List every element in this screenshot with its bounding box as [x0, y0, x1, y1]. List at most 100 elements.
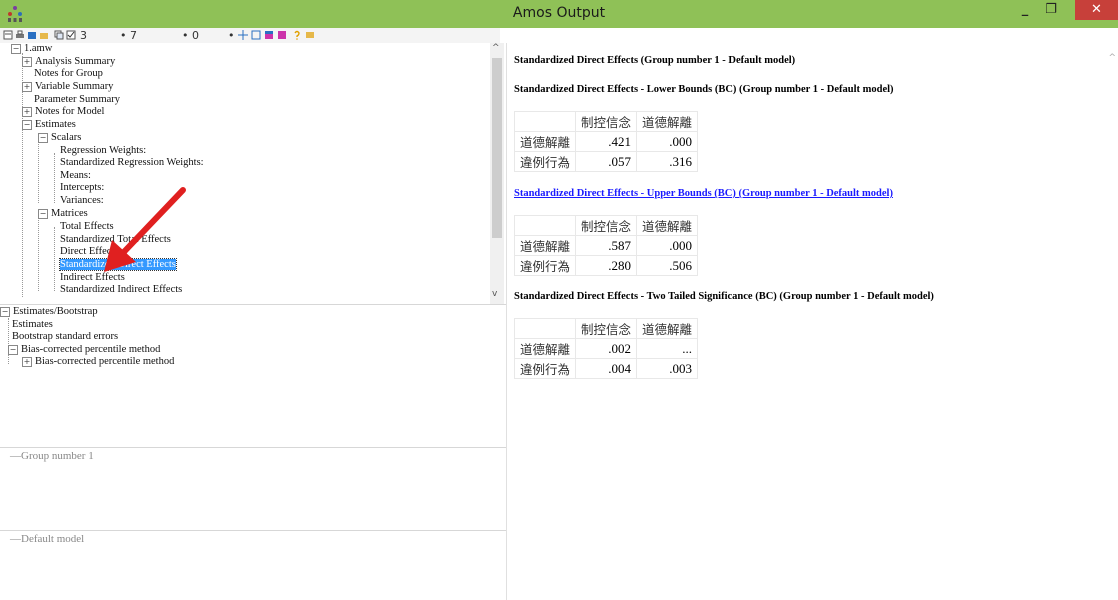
fieldwidth-value[interactable]: 7	[130, 29, 137, 42]
tree-item-bias-corrected-child[interactable]: + Bias-corrected percentile method	[22, 356, 174, 369]
tree-item-means[interactable]: Means:	[60, 170, 91, 183]
lower-bounds-table: 制控信念 道德解離 道德解離 .421 .000 違例行為 .057 .316	[513, 111, 699, 172]
close-button[interactable]: ✕	[1075, 0, 1118, 20]
pane-divider[interactable]	[0, 304, 506, 305]
table-row: 違例行為 .004 .003	[513, 358, 699, 379]
column-header: 制控信念	[575, 111, 638, 132]
tree-item-estimates[interactable]: − Estimates	[22, 119, 76, 132]
book-icon[interactable]	[27, 30, 37, 40]
table-row: 道德解離 .587 .000	[513, 235, 699, 256]
tree-item-total-effects[interactable]: Total Effects	[60, 221, 114, 234]
tablewidth-value[interactable]: 0	[192, 29, 199, 42]
tree-item-std-regression-weights[interactable]: Standardized Regression Weights:	[60, 157, 204, 170]
tree-item-notes-for-model[interactable]: + Notes for Model	[22, 106, 104, 119]
tree-item-scalars[interactable]: − Scalars	[38, 132, 81, 145]
cell: .004	[575, 358, 638, 379]
row-label: 道德解離	[513, 338, 577, 359]
cell: .003	[636, 358, 699, 379]
row-label: 違例行為	[513, 255, 577, 276]
spin-arrow-icon[interactable]: •	[228, 29, 235, 42]
tree-item-notes-for-group[interactable]: Notes for Group	[34, 68, 103, 81]
tree-item-bias-corrected[interactable]: − Bias-corrected percentile method	[8, 344, 160, 357]
collapse-icon[interactable]: −	[8, 344, 18, 355]
tree-item-parameter-summary[interactable]: Parameter Summary	[34, 94, 120, 107]
expand-icon[interactable]: +	[22, 356, 32, 367]
table-grid-icon[interactable]	[238, 30, 248, 40]
cell: ...	[636, 338, 699, 359]
row-label: 違例行為	[513, 151, 577, 172]
cell: .421	[575, 131, 638, 152]
tree-item-direct-effects[interactable]: Direct Effects	[60, 246, 118, 259]
help-icon[interactable]	[292, 30, 302, 40]
scroll-down-icon[interactable]: v	[492, 289, 497, 299]
group-panel-label[interactable]: —Group number 1	[10, 450, 94, 463]
significance-table: 制控信念 道德解離 道德解離 .002 ... 違例行為 .004 .003	[513, 318, 699, 379]
tree-item-std-total-effects[interactable]: Standardized Total Effects	[60, 234, 171, 247]
window-title: Amos Output	[512, 5, 606, 21]
upper-bounds-table: 制控信念 道德解離 道德解離 .587 .000 違例行為 .280 .506	[513, 215, 699, 276]
expand-icon[interactable]: +	[22, 81, 32, 92]
collapse-icon[interactable]: −	[22, 119, 32, 130]
scroll-up-icon[interactable]: ^	[492, 43, 500, 53]
color-fill-icon[interactable]	[264, 30, 274, 40]
title-bar: Amos Output _ ❐ ✕	[0, 0, 1118, 28]
pane-divider[interactable]	[0, 530, 506, 531]
collapse-icon[interactable]: −	[11, 43, 21, 54]
tree-item-bootstrap-se[interactable]: Bootstrap standard errors	[12, 331, 118, 344]
section-heading-upper-link[interactable]: Standardized Direct Effects - Upper Boun…	[514, 188, 893, 199]
tree-item-variable-summary[interactable]: + Variable Summary	[22, 81, 113, 94]
tree-item-std-indirect-effects[interactable]: Standardized Indirect Effects	[60, 284, 182, 297]
column-header: 制控信念	[575, 318, 638, 339]
collapse-icon[interactable]: −	[38, 132, 48, 143]
preview-icon[interactable]	[3, 30, 13, 40]
tree-item-estimates-bootstrap[interactable]: − Estimates/Bootstrap	[0, 306, 98, 319]
decimals-value[interactable]: 3	[80, 29, 87, 42]
scroll-thumb[interactable]	[492, 58, 502, 238]
cell: .280	[575, 255, 638, 276]
main-heading: Standardized Direct Effects (Group numbe…	[514, 55, 796, 66]
column-header: 制控信念	[575, 215, 638, 236]
expand-icon[interactable]: +	[22, 106, 32, 117]
color-fill-alt-icon[interactable]	[277, 30, 287, 40]
output-navigation-pane: −1.amw + Analysis Summary Notes for Group…	[0, 43, 506, 600]
spin-arrow-icon[interactable]: •	[182, 29, 189, 42]
maximize-button[interactable]: ❐	[1038, 0, 1064, 20]
tree-item-bs-estimates[interactable]: Estimates	[12, 319, 53, 332]
table-row: 違例行為 .057 .316	[513, 151, 699, 172]
tree-item-matrices[interactable]: − Matrices	[38, 208, 88, 221]
tree-item-indirect-effects[interactable]: Indirect Effects	[60, 272, 125, 285]
cell: .000	[636, 235, 699, 256]
print-icon[interactable]	[15, 30, 25, 40]
table-row: 道德解離 .421 .000	[513, 131, 699, 152]
tree-scrollbar[interactable]: ^ v	[490, 43, 504, 304]
options-icon[interactable]	[66, 30, 76, 40]
section-heading-significance: Standardized Direct Effects - Two Tailed…	[514, 291, 934, 302]
cell: .002	[575, 338, 638, 359]
model-panel-label[interactable]: —Default model	[10, 533, 84, 546]
column-header: 道德解離	[636, 318, 699, 339]
column-header: 道德解離	[636, 215, 699, 236]
open-folder-icon[interactable]	[39, 30, 49, 40]
table-outline-icon[interactable]	[251, 30, 261, 40]
minimize-button[interactable]: _	[1012, 0, 1038, 20]
collapse-icon[interactable]: −	[38, 208, 48, 219]
cell: .587	[575, 235, 638, 256]
expand-icon[interactable]: +	[22, 56, 32, 67]
column-header: 道德解離	[636, 111, 699, 132]
tree-item-variances[interactable]: Variances:	[60, 195, 104, 208]
tag-icon[interactable]	[305, 30, 315, 40]
row-label: 道德解離	[513, 235, 577, 256]
copy-icon[interactable]	[54, 30, 64, 40]
content-scroll-up-icon[interactable]: ^	[1108, 53, 1116, 63]
table-row: 道德解離 .002 ...	[513, 338, 699, 359]
tree-root[interactable]: −1.amw	[11, 43, 52, 56]
row-label: 違例行為	[513, 358, 577, 379]
collapse-icon[interactable]: −	[0, 306, 10, 317]
tree-item-analysis-summary[interactable]: + Analysis Summary	[22, 56, 115, 69]
spin-arrow-icon[interactable]: •	[120, 29, 127, 42]
tree-item-std-direct-effects[interactable]: Standardized Direct Effects	[59, 258, 177, 272]
tree-item-regression-weights[interactable]: Regression Weights:	[60, 145, 146, 158]
pane-divider[interactable]	[0, 447, 506, 448]
cell: .000	[636, 131, 699, 152]
tree-item-intercepts[interactable]: Intercepts:	[60, 182, 104, 195]
